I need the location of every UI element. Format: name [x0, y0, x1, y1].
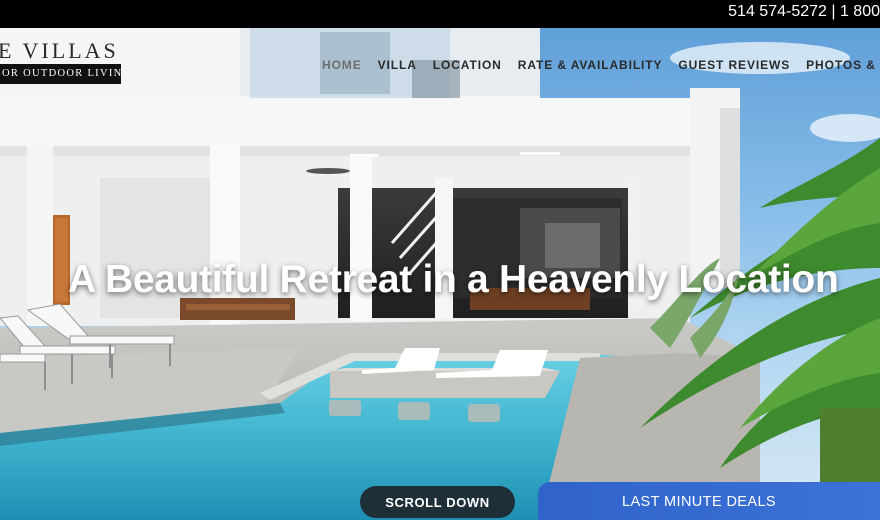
top-contact-bar: 514 574-5272 | 1 800 [0, 0, 880, 28]
hero-section: E VILLAS OR OUTDOOR LIVING HOME VILLA LO… [0, 28, 880, 520]
scroll-down-button[interactable]: SCROLL DOWN [360, 486, 515, 518]
last-minute-deals-button[interactable]: LAST MINUTE DEALS [538, 482, 880, 520]
nav-item-location[interactable]: LOCATION [433, 58, 502, 72]
logo-tagline: OR OUTDOOR LIVING [0, 64, 121, 84]
logo-name[interactable]: E VILLAS [0, 38, 119, 64]
nav-item-photos-videos[interactable]: PHOTOS & VIDEOS [806, 58, 880, 72]
nav-item-home[interactable]: HOME [322, 58, 362, 72]
main-nav: HOME VILLA LOCATION RATE & AVAILABILITY … [322, 58, 880, 72]
nav-item-rate-availability[interactable]: RATE & AVAILABILITY [518, 58, 663, 72]
hero-headline: A Beautiful Retreat in a Heavenly Locati… [68, 258, 839, 301]
nav-item-villa[interactable]: VILLA [378, 58, 417, 72]
phone-number[interactable]: 514 574-5272 | 1 800 [728, 3, 880, 21]
nav-item-guest-reviews[interactable]: GUEST REVIEWS [678, 58, 790, 72]
